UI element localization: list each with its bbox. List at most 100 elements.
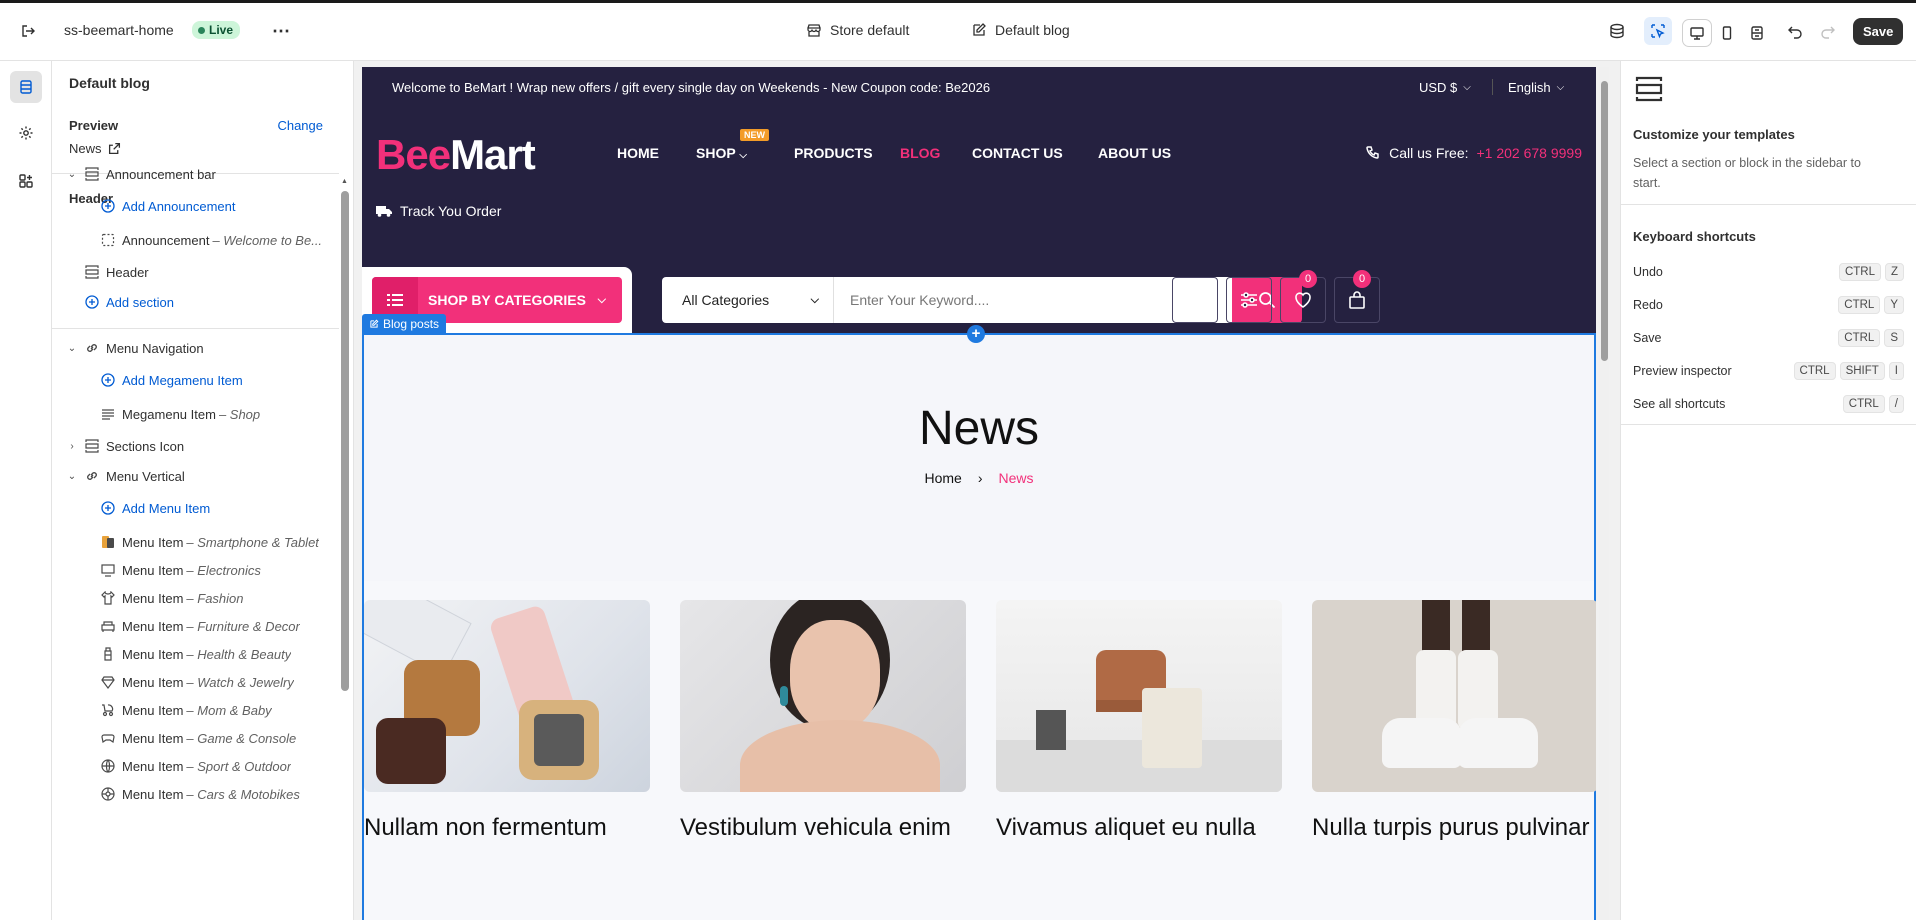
sidebar-item[interactable]: Megamenu Item – Shop bbox=[52, 400, 339, 428]
sidebar-add-item[interactable]: Add Menu Item bbox=[52, 494, 339, 522]
menu-contact[interactable]: CONTACT US bbox=[972, 145, 1063, 161]
chevron-down-icon[interactable]: ⌄ bbox=[66, 169, 78, 180]
redo-icon[interactable] bbox=[1814, 17, 1842, 45]
fullscreen-view-icon[interactable] bbox=[1743, 20, 1771, 46]
chevron-down-icon[interactable]: ⌄ bbox=[66, 471, 78, 482]
shortcut-row: Undo CTRL Z bbox=[1633, 255, 1904, 288]
preview-value[interactable]: News bbox=[69, 141, 121, 156]
sidebar-item[interactable]: Menu Item – Health & Beauty bbox=[52, 640, 339, 668]
blog-post-card[interactable]: Nullam non fermentum bbox=[364, 600, 650, 841]
sidebar-scroll-thumb[interactable] bbox=[341, 191, 349, 691]
panel-divider bbox=[1621, 424, 1916, 425]
exit-icon[interactable] bbox=[14, 17, 42, 45]
sidebar-item[interactable]: ⌄ Announcement bar bbox=[52, 160, 339, 188]
undo-icon[interactable] bbox=[1781, 17, 1809, 45]
sidebar-item-subtitle: – Health & Beauty bbox=[186, 646, 292, 662]
sidebar-add-item[interactable]: Add Announcement bbox=[52, 192, 339, 220]
blog-post-card[interactable]: Nulla turpis purus pulvinar bbox=[1312, 600, 1596, 841]
account-button[interactable] bbox=[1172, 277, 1218, 323]
sidebar-item[interactable]: Menu Item – Game & Console bbox=[52, 724, 339, 752]
blog-posts-section[interactable]: News Home › News Nullam non fermentum Ve… bbox=[362, 333, 1596, 920]
sidebar-item[interactable]: Header bbox=[52, 258, 339, 286]
shortcut-key: CTRL bbox=[1838, 262, 1881, 281]
shortcut-key: SHIFT bbox=[1839, 361, 1885, 380]
sidebar-item[interactable]: ⌄ Menu Vertical bbox=[52, 462, 339, 490]
store-selector[interactable]: Store default bbox=[806, 22, 909, 38]
post-image[interactable] bbox=[680, 600, 966, 792]
menu-shop[interactable]: SHOP ⌵ bbox=[696, 145, 747, 161]
preview-scroll-thumb[interactable] bbox=[1601, 81, 1608, 361]
shortcut-keys: CTRL Y bbox=[1838, 295, 1904, 314]
selected-section-label[interactable]: Blog posts bbox=[362, 314, 447, 334]
apps-icon[interactable] bbox=[12, 167, 40, 195]
store-icon bbox=[807, 24, 821, 37]
wishlist-button[interactable]: 0 bbox=[1280, 270, 1326, 323]
chevron-right-icon[interactable]: › bbox=[66, 441, 78, 452]
sidebar-item-subtitle: – Welcome to Be... bbox=[212, 232, 323, 248]
new-badge: NEW bbox=[740, 129, 769, 141]
sidebar-add-item[interactable]: Add section bbox=[52, 288, 339, 316]
template-selector[interactable]: Default blog bbox=[971, 22, 1070, 38]
add-circle-icon bbox=[84, 294, 100, 310]
sidebar-item[interactable]: Menu Item – Cars & Motobikes bbox=[52, 780, 339, 808]
sidebar-scrollbar[interactable]: ▲ bbox=[341, 178, 349, 920]
more-actions-icon[interactable]: ⋯ bbox=[267, 17, 295, 45]
mobile-view-icon[interactable] bbox=[1713, 20, 1741, 46]
sidebar-item-label: Menu Item bbox=[122, 562, 184, 578]
edit-icon bbox=[370, 319, 379, 328]
category-select[interactable]: All Categories ⌵ bbox=[662, 277, 834, 323]
sidebar-add-item[interactable]: Add Megamenu Item bbox=[52, 366, 339, 394]
post-title[interactable]: Nulla turpis purus pulvinar bbox=[1312, 814, 1589, 842]
menu-products[interactable]: PRODUCTS bbox=[794, 145, 873, 161]
add-section-plus-icon[interactable]: + bbox=[967, 325, 985, 343]
currency-label: USD $ bbox=[1419, 79, 1458, 95]
post-image[interactable] bbox=[996, 600, 1282, 792]
sidebar-item[interactable]: Menu Item – Mom & Baby bbox=[52, 696, 339, 724]
sections-icon[interactable] bbox=[10, 71, 42, 103]
chevron-right-icon: › bbox=[977, 470, 983, 486]
sidebar-item[interactable]: Menu Item – Furniture & Decor bbox=[52, 612, 339, 640]
sidebar-item[interactable]: Menu Item – Smartphone & Tablet bbox=[52, 528, 339, 556]
sidebar-item[interactable]: ⌄ Menu Navigation bbox=[52, 334, 339, 362]
cart-button[interactable]: 0 bbox=[1334, 270, 1380, 323]
shortcut-row: Redo CTRL Y bbox=[1633, 288, 1904, 321]
sidebar-title: Default blog bbox=[69, 75, 150, 91]
category-select-label: All Categories bbox=[682, 292, 770, 308]
add-circle-icon bbox=[100, 500, 116, 516]
blog-post-card[interactable]: Vivamus aliquet eu nulla bbox=[996, 600, 1282, 841]
announcement-text: Welcome to BeMart ! Wrap new offers / gi… bbox=[392, 79, 991, 95]
preview-scrollbar[interactable] bbox=[1599, 67, 1609, 920]
desktop-view-icon[interactable] bbox=[1683, 20, 1711, 46]
sidebar-item[interactable]: Menu Item – Fashion bbox=[52, 584, 339, 612]
settings-gear-icon[interactable] bbox=[12, 119, 40, 147]
post-title[interactable]: Nullam non fermentum bbox=[364, 814, 607, 842]
currency-selector[interactable]: USD $ ⌵ bbox=[1419, 80, 1471, 95]
shortcut-row: Preview inspector CTRL SHIFT I bbox=[1633, 354, 1904, 387]
inspector-icon[interactable] bbox=[1644, 17, 1672, 45]
post-title[interactable]: Vestibulum vehicula enim bbox=[680, 814, 951, 842]
sidebar-item[interactable]: Menu Item – Sport & Outdoor bbox=[52, 752, 339, 780]
sidebar-item[interactable]: Menu Item – Watch & Jewelry bbox=[52, 668, 339, 696]
language-selector[interactable]: English ⌵ bbox=[1508, 80, 1564, 95]
post-image[interactable] bbox=[1312, 600, 1596, 792]
track-order[interactable]: Track You Order bbox=[376, 203, 501, 219]
call-us[interactable]: Call us Free: +1 202 678 9999 bbox=[1365, 145, 1582, 161]
compare-button[interactable] bbox=[1226, 277, 1272, 323]
sidebar-item[interactable]: Announcement – Welcome to Be... bbox=[52, 226, 339, 254]
post-title[interactable]: Vivamus aliquet eu nulla bbox=[996, 814, 1256, 842]
blog-post-card[interactable]: Vestibulum vehicula enim bbox=[680, 600, 966, 841]
menu-home[interactable]: HOME bbox=[617, 145, 659, 161]
scroll-up-icon[interactable]: ▲ bbox=[341, 178, 348, 185]
breadcrumb-home[interactable]: Home bbox=[924, 470, 961, 486]
preview-value-label: News bbox=[69, 141, 102, 156]
chevron-down-icon[interactable]: ⌄ bbox=[66, 343, 78, 354]
save-button[interactable]: Save bbox=[1853, 18, 1904, 45]
database-icon[interactable] bbox=[1603, 17, 1631, 45]
announcement-bar[interactable]: Welcome to BeMart ! Wrap new offers / gi… bbox=[362, 67, 1596, 107]
post-image[interactable] bbox=[364, 600, 650, 792]
sidebar-item[interactable]: › Sections Icon bbox=[52, 432, 339, 460]
change-preview-link[interactable]: Change bbox=[277, 118, 323, 133]
menu-about[interactable]: ABOUT US bbox=[1098, 145, 1171, 161]
sidebar-item[interactable]: Menu Item – Electronics bbox=[52, 556, 339, 584]
menu-blog[interactable]: BLOG bbox=[900, 145, 940, 161]
